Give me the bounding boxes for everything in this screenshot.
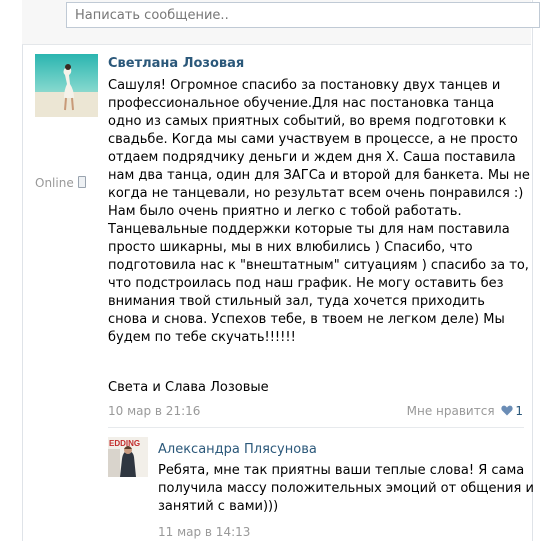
reply-author-avatar[interactable]: EDDING	[108, 437, 148, 477]
avatar-logo-text: EDDING	[109, 439, 140, 448]
beach-photo	[35, 54, 98, 117]
like-button[interactable]: Мне нравится 1	[407, 404, 523, 419]
reply-text-line: получила массу положительных эмоций от о…	[158, 481, 534, 496]
post-author-link[interactable]: Светлана Лозовая	[108, 56, 244, 71]
composer-bar	[22, 0, 540, 45]
post-text-line: когда не танцевали, но результат всем оч…	[108, 186, 524, 201]
post-text-line: Нам было очень приятно и легко с тобой р…	[108, 204, 462, 219]
reply-text-line: занятий с вами)))	[158, 499, 279, 514]
studio-photo: EDDING	[108, 437, 148, 477]
like-label: Мне нравится	[406, 404, 495, 418]
post-text-line: Сашуля! Огромное спасибо за постановку д…	[108, 78, 501, 93]
post-text-line: просто шикарны, мы в них влюбились ) Спа…	[108, 240, 473, 255]
replies-section: EDDING Александра Плясунова Ребята, мне …	[108, 427, 534, 542]
online-status: Online	[35, 176, 105, 190]
reply-date-link[interactable]: 11 мар в 14:13	[158, 525, 250, 539]
post-text-line: профессиональное обучение.Для нас постан…	[108, 96, 495, 111]
online-label: Online	[35, 176, 74, 190]
reply-text-line: Ребята, мне так приятны ваши теплые слов…	[158, 463, 525, 478]
post-date-link[interactable]: 10 мар в 21:16	[108, 404, 200, 418]
message-input[interactable]	[66, 2, 540, 28]
post-text: Сашуля! Огромное спасибо за постановку д…	[108, 77, 530, 347]
post-text-line: Танцевальные поддержки которые ты для на…	[108, 222, 510, 237]
post-text-line: отдаем подрядчику деньги и ждем дня Х. С…	[108, 150, 516, 165]
post-text-line: будем по тебе скучать!!!!!!	[108, 330, 296, 345]
author-avatar[interactable]	[35, 54, 98, 117]
post-text-line: внимания твой стильный зал, туда хочется…	[108, 294, 485, 309]
post-signature: Света и Слава Лозовые	[108, 380, 269, 395]
post-text-line: свадьбе. Когда мы сами участвуем в проце…	[108, 132, 518, 147]
post-text-line: нам два танца, один для ЗАГСа и второй д…	[108, 168, 530, 183]
reply-text: Ребята, мне так приятны ваши теплые слов…	[158, 462, 534, 516]
post-text-line: что подстроилась под наш график. Не могу…	[108, 276, 504, 291]
post-text-line: подготовила нас к "внештатным" ситуациям…	[108, 258, 529, 273]
heart-icon	[501, 405, 513, 419]
mobile-phone-icon	[77, 176, 86, 188]
like-count: 1	[515, 404, 523, 418]
reply-author-link[interactable]: Александра Плясунова	[158, 442, 317, 457]
post-text-line: снова и снова. Успехов тебе, в твоем не …	[108, 312, 505, 327]
post-text-line: одно из самых приятных событий, во время…	[108, 114, 507, 129]
